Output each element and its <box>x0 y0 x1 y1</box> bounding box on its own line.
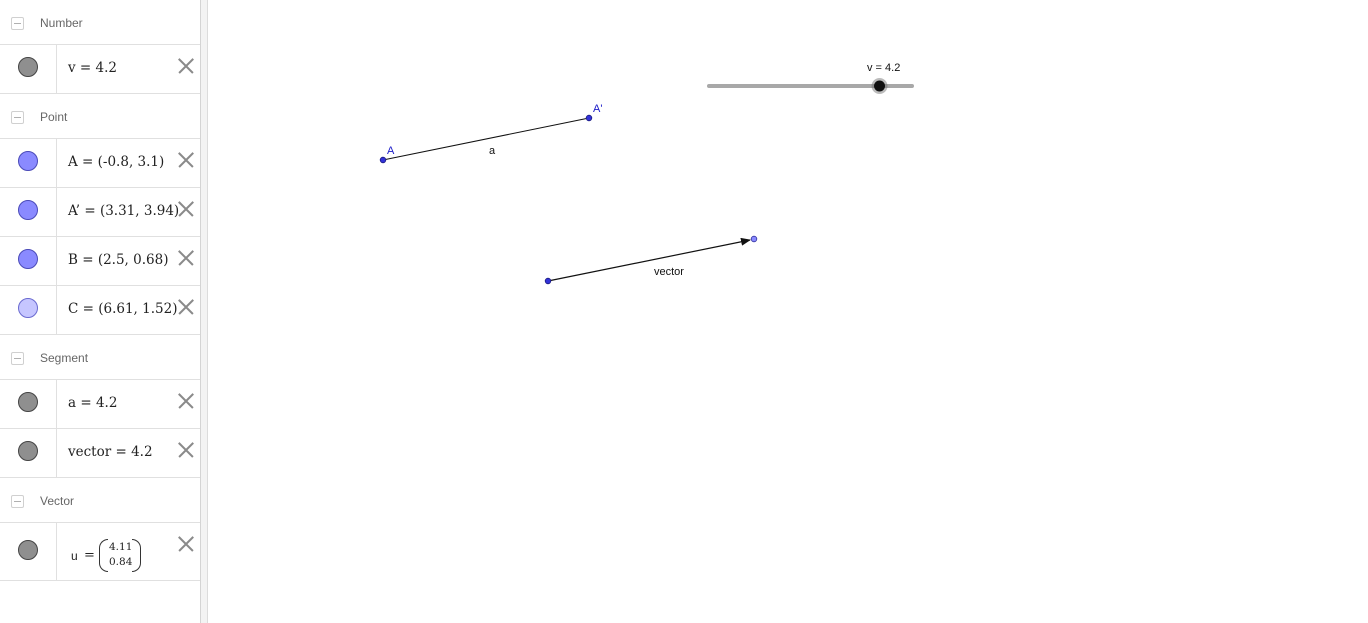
visibility-toggle-icon[interactable] <box>18 540 38 560</box>
delete-icon[interactable] <box>178 201 194 217</box>
point-A-prime-label: A' <box>593 103 602 115</box>
point-B[interactable] <box>544 277 552 285</box>
delete-icon[interactable] <box>178 152 194 168</box>
group-header-point[interactable]: Point <box>0 94 200 139</box>
algebra-item-C[interactable]: C = (6.61, 1.52) <box>0 286 200 335</box>
algebra-item-text[interactable]: A = (-0.8, 3.1) <box>68 154 164 170</box>
delete-icon[interactable] <box>178 536 194 552</box>
group-header-segment[interactable]: Segment <box>0 335 200 380</box>
point-C[interactable] <box>750 235 758 243</box>
visibility-toggle-icon[interactable] <box>18 441 38 461</box>
visibility-toggle-icon[interactable] <box>18 298 38 318</box>
group-label: Point <box>40 110 68 124</box>
algebra-item-text[interactable]: B = (2.5, 0.68) <box>68 252 168 268</box>
algebra-item-text[interactable]: vector = 4.2 <box>68 444 153 460</box>
algebra-item-u[interactable]: u = 4.11 0.84 <box>0 523 200 581</box>
delete-icon[interactable] <box>178 393 194 409</box>
visibility-toggle-icon[interactable] <box>18 151 38 171</box>
delete-icon[interactable] <box>178 442 194 458</box>
marble-cell <box>0 429 57 477</box>
algebra-view: Number v = 4.2 Point A = (-0.8, 3.1) A’ <box>0 0 201 623</box>
algebra-item-v[interactable]: v = 4.2 <box>0 45 200 94</box>
algebra-item-text[interactable]: C = (6.61, 1.52) <box>68 301 177 317</box>
group-header-vector[interactable]: Vector <box>0 478 200 523</box>
segment-a[interactable] <box>382 117 590 161</box>
vector-name: u <box>71 549 78 563</box>
collapse-toggle-icon[interactable] <box>11 111 24 124</box>
marble-cell <box>0 45 57 93</box>
algebra-item-text[interactable]: a = 4.2 <box>68 395 117 411</box>
group-header-number[interactable]: Number <box>0 0 200 45</box>
left-paren <box>99 539 108 572</box>
marble-cell <box>0 523 57 580</box>
slider-label: v = 4.2 <box>867 62 900 74</box>
algebra-item-B[interactable]: B = (2.5, 0.68) <box>0 237 200 286</box>
visibility-toggle-icon[interactable] <box>18 200 38 220</box>
point-A-prime[interactable] <box>585 114 593 122</box>
slider-knob[interactable] <box>874 80 886 92</box>
group-label: Segment <box>40 351 89 365</box>
marble-cell <box>0 237 57 285</box>
graphics-view[interactable]: v = 4.2 A A' a vector <box>209 0 1368 623</box>
marble-cell <box>0 286 57 334</box>
vector-component-x[interactable]: 4.11 <box>109 541 132 553</box>
collapse-toggle-icon[interactable] <box>11 17 24 30</box>
delete-icon[interactable] <box>178 299 194 315</box>
graphics-canvas[interactable]: v = 4.2 A A' a vector <box>209 0 1368 623</box>
right-paren <box>132 539 141 572</box>
vector-component-y[interactable]: 0.84 <box>109 556 132 568</box>
visibility-toggle-icon[interactable] <box>18 392 38 412</box>
point-A[interactable] <box>379 156 387 164</box>
segment-a-label: a <box>489 145 496 157</box>
segment-vector-label: vector <box>654 266 684 278</box>
algebra-item-A-prime[interactable]: A’ = (3.31, 3.94) <box>0 188 200 237</box>
visibility-toggle-icon[interactable] <box>18 57 38 77</box>
algebra-item-vector[interactable]: vector = 4.2 <box>0 429 200 478</box>
delete-icon[interactable] <box>178 58 194 74</box>
algebra-item-text[interactable]: v = 4.2 <box>68 60 117 76</box>
equals-sign: = <box>84 548 95 563</box>
marble-cell <box>0 139 57 187</box>
marble-cell <box>0 380 57 428</box>
algebra-item-text[interactable]: A’ = (3.31, 3.94) <box>68 203 179 219</box>
group-label: Vector <box>40 494 75 508</box>
collapse-toggle-icon[interactable] <box>11 352 24 365</box>
view-splitter[interactable] <box>201 0 208 623</box>
marble-cell <box>0 188 57 236</box>
geogebra-app: Number v = 4.2 Point A = (-0.8, 3.1) A’ <box>0 0 1368 623</box>
collapse-toggle-icon[interactable] <box>11 495 24 508</box>
algebra-item-A[interactable]: A = (-0.8, 3.1) <box>0 139 200 188</box>
visibility-toggle-icon[interactable] <box>18 249 38 269</box>
group-label: Number <box>40 16 83 30</box>
vector-u-arrow[interactable] <box>547 237 751 282</box>
point-A-label: A <box>387 145 395 157</box>
algebra-item-a[interactable]: a = 4.2 <box>0 380 200 429</box>
delete-icon[interactable] <box>178 250 194 266</box>
